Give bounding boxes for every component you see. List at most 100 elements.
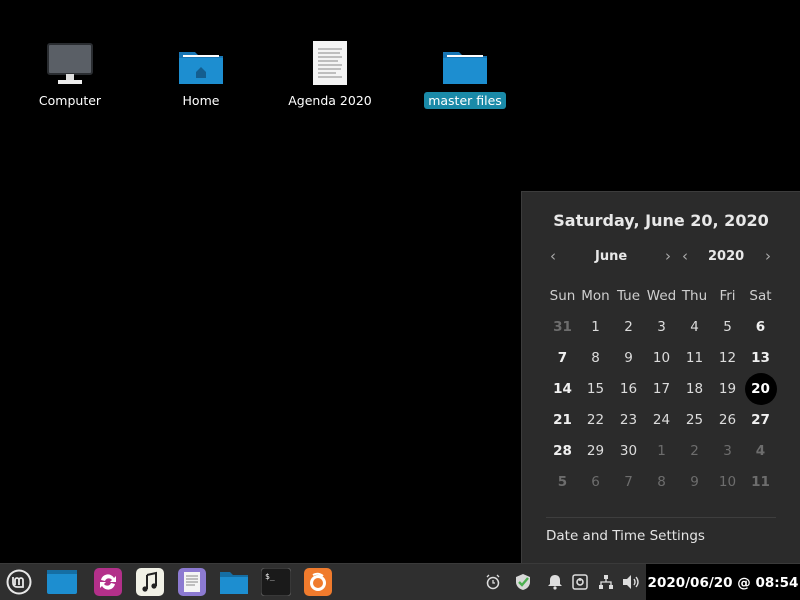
terminal-launcher[interactable]: $_ (261, 567, 291, 597)
calendar-day[interactable]: 23 (612, 412, 645, 428)
update-manager-icon[interactable] (571, 573, 589, 591)
calendar-day[interactable]: 28 (546, 443, 579, 459)
files-launcher[interactable] (219, 567, 249, 597)
calendar-day[interactable]: 6 (579, 474, 612, 490)
calendar-day-number: 3 (723, 442, 732, 459)
calendar-day-number: 3 (657, 318, 666, 335)
calendar-day[interactable]: 21 (546, 412, 579, 428)
year-label: 2020 (708, 249, 745, 264)
music-player-launcher[interactable] (135, 567, 165, 597)
calendar-day[interactable]: 2 (612, 319, 645, 335)
desktop-icon-master-files[interactable]: master files (410, 38, 520, 109)
next-year-button[interactable]: › (765, 247, 771, 265)
calendar-day-number: 10 (652, 349, 671, 366)
calendar-day[interactable]: 26 (711, 412, 744, 428)
home-folder-icon (146, 38, 256, 86)
calendar-day-number: 21 (553, 411, 572, 428)
calendar-day[interactable]: 1 (645, 443, 678, 459)
calendar-day[interactable]: 14 (546, 381, 579, 397)
calendar-day[interactable]: 18 (678, 381, 711, 397)
weekday-header: Sun Mon Tue Wed Thu Fri Sat (546, 280, 778, 311)
calendar-day[interactable]: 10 (645, 350, 678, 366)
computer-icon (15, 38, 125, 86)
volume-icon[interactable] (622, 573, 640, 591)
calendar-day[interactable]: 25 (678, 412, 711, 428)
calendar-day[interactable]: 1 (579, 319, 612, 335)
calendar-day[interactable]: 17 (645, 381, 678, 397)
calendar-week-row: 7 8 9 10 11 12 13 (546, 342, 778, 373)
calendar-day[interactable]: 11 (678, 350, 711, 366)
calendar-day[interactable]: 8 (645, 474, 678, 490)
weekday-label: Wed (646, 287, 677, 304)
calendar-day-number: 17 (652, 380, 671, 397)
notification-bell-icon[interactable] (546, 573, 564, 591)
calendar-day[interactable]: 16 (612, 381, 645, 397)
calendar-day[interactable]: 9 (612, 350, 645, 366)
calendar-day[interactable]: 8 (579, 350, 612, 366)
calendar-day-number: 5 (557, 473, 568, 490)
calendar-day[interactable]: 4 (744, 443, 777, 459)
calendar-day[interactable]: 24 (645, 412, 678, 428)
calendar-day-today[interactable]: 20 (744, 372, 777, 405)
calendar-day[interactable]: 12 (711, 350, 744, 366)
calendar-day[interactable]: 15 (579, 381, 612, 397)
firefox-launcher[interactable] (303, 567, 333, 597)
desktop-icon-label: master files (424, 92, 506, 109)
calendar-day[interactable]: 7 (546, 350, 579, 366)
calendar-day-number: 6 (755, 318, 766, 335)
calendar-day[interactable]: 9 (678, 474, 711, 490)
calendar-day[interactable]: 31 (546, 319, 579, 335)
calendar-day[interactable]: 30 (612, 443, 645, 459)
calendar-day[interactable]: 5 (711, 319, 744, 335)
calendar-day[interactable]: 5 (546, 474, 579, 490)
calendar-day[interactable]: 19 (711, 381, 744, 397)
calendar-day[interactable]: 13 (744, 350, 777, 366)
calendar-day-number: 27 (751, 411, 770, 428)
calendar-day-number: 11 (685, 349, 704, 366)
calendar-day-number: 1 (591, 318, 600, 335)
calendar-day-number: 8 (657, 473, 666, 490)
prev-year-button[interactable]: ‹ (682, 247, 688, 265)
calendar-day[interactable]: 22 (579, 412, 612, 428)
desktop-icon-computer[interactable]: Computer (15, 38, 125, 109)
alarm-icon[interactable] (484, 573, 502, 591)
desktop-icon-label: Agenda 2020 (288, 93, 372, 108)
calendar-day-number: 6 (591, 473, 600, 490)
calendar-day[interactable]: 29 (579, 443, 612, 459)
calendar-day-number: 16 (619, 380, 638, 397)
calendar-day-number: 31 (553, 318, 572, 335)
weekday-label: Mon (581, 287, 610, 304)
calendar-day-number: 2 (624, 318, 633, 335)
network-icon[interactable] (597, 573, 615, 591)
menu-button[interactable] (4, 567, 34, 597)
text-editor-launcher[interactable] (177, 567, 207, 597)
calendar-day[interactable]: 10 (711, 474, 744, 490)
calendar-date-title: Saturday, June 20, 2020 (553, 211, 769, 230)
prev-month-button[interactable]: ‹ (550, 247, 556, 265)
date-time-settings-link[interactable]: Date and Time Settings (546, 528, 705, 544)
show-desktop-button[interactable] (47, 567, 77, 597)
folder-icon (410, 38, 520, 86)
music-player-icon (136, 568, 164, 596)
calendar-week-row: 5 6 7 8 9 10 11 (546, 466, 778, 497)
calendar-week-row: 31 1 2 3 4 5 6 (546, 311, 778, 342)
desktop-icon-home[interactable]: Home (146, 38, 256, 109)
calendar-day[interactable]: 3 (645, 319, 678, 335)
firefox-icon (304, 568, 332, 596)
calendar-day[interactable]: 2 (678, 443, 711, 459)
calendar-day-number: 25 (685, 411, 704, 428)
calendar-day-number: 9 (624, 349, 633, 366)
desktop-icon-agenda[interactable]: Agenda 2020 (275, 38, 385, 109)
calendar-day[interactable]: 4 (678, 319, 711, 335)
shield-check-icon[interactable] (514, 573, 532, 591)
calendar-day[interactable]: 3 (711, 443, 744, 459)
software-updater-launcher[interactable] (93, 567, 123, 597)
weekday-label: Sat (749, 287, 772, 304)
calendar-day[interactable]: 6 (744, 319, 777, 335)
calendar-day[interactable]: 27 (744, 412, 777, 428)
next-month-button[interactable]: › (665, 247, 671, 265)
calendar-day[interactable]: 7 (612, 474, 645, 490)
calendar-day-number: 24 (652, 411, 671, 428)
calendar-day[interactable]: 11 (744, 474, 777, 490)
clock[interactable]: 2020/06/20 @ 08:54 (646, 564, 800, 600)
